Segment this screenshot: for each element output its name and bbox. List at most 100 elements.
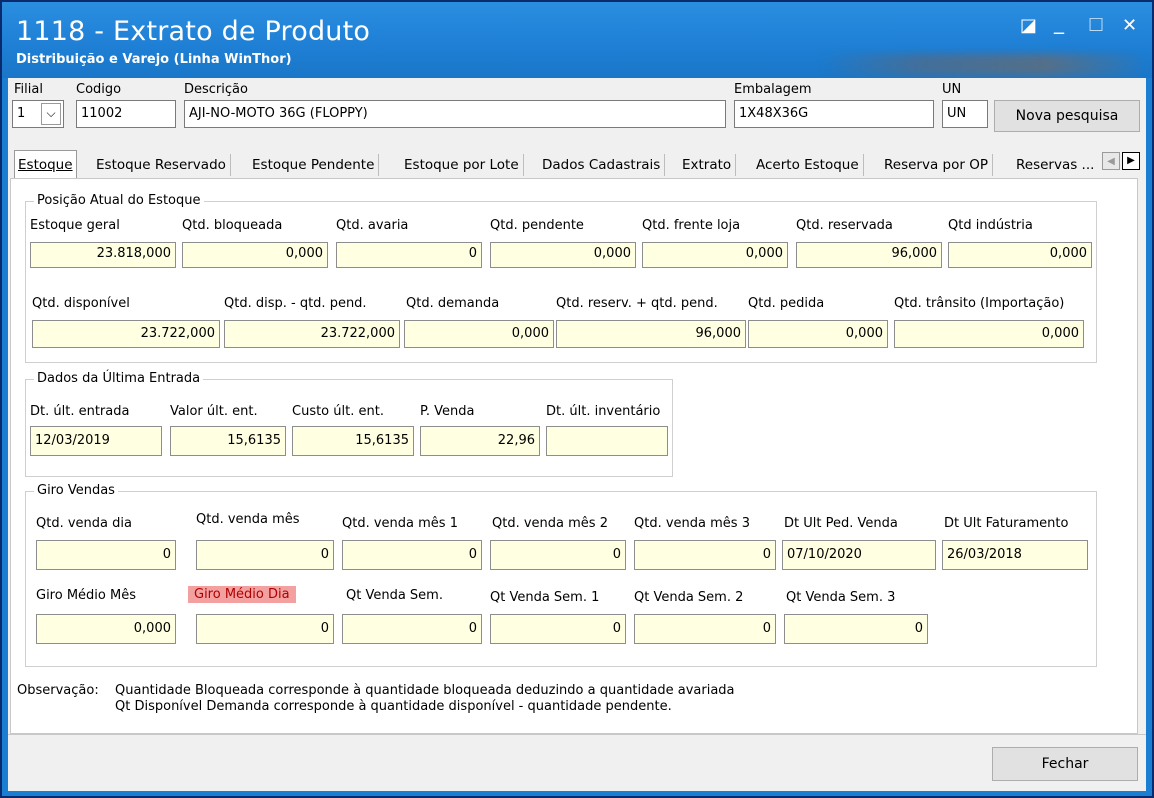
dt-ult-inventario-field[interactable]: [546, 426, 668, 456]
giro-medio-mes-field[interactable]: 0,000: [36, 614, 176, 644]
chevron-down-icon[interactable]: ⌵: [41, 103, 61, 125]
footer-bar: Fechar: [8, 734, 1146, 791]
observacao-line-2: Qt Disponível Demanda corresponde à quan…: [115, 699, 672, 714]
qtd-venda-dia-field[interactable]: 0: [36, 540, 176, 570]
qtd-venda-mes-1-field[interactable]: 0: [342, 540, 482, 570]
fechar-button[interactable]: Fechar: [992, 747, 1138, 781]
qt-venda-sem-1-field[interactable]: 0: [490, 614, 626, 644]
main-window: 1118 - Extrato de Produto Distribuição e…: [0, 0, 1154, 798]
qtd-pedida-label: Qtd. pedida: [748, 296, 825, 311]
giro-vendas-title: Giro Vendas: [34, 483, 118, 498]
qtd-venda-mes-label: Qtd. venda mês: [196, 512, 300, 527]
filial-select[interactable]: 1 ⌵: [12, 100, 64, 128]
qtd-venda-dia-label: Qtd. venda dia: [36, 516, 132, 531]
close-icon[interactable]: ✕: [1122, 16, 1137, 36]
window-subtitle: Distribuição e Varejo (Linha WinThor): [16, 52, 292, 67]
qt-venda-sem-field[interactable]: 0: [342, 614, 482, 644]
filial-label: Filial: [14, 82, 43, 97]
tab-reservas[interactable]: Reservas ...: [1012, 154, 1104, 176]
giro-vendas-group: Giro Vendas Qtd. venda dia 0 Qtd. venda …: [25, 483, 1097, 667]
tab-scroll-left-icon[interactable]: ◀: [1102, 152, 1120, 170]
giro-medio-dia-field[interactable]: 0: [196, 614, 334, 644]
qt-venda-sem-2-field[interactable]: 0: [634, 614, 776, 644]
qtd-frente-loja-label: Qtd. frente loja: [642, 218, 741, 233]
tab-estoque-reservado[interactable]: Estoque Reservado: [92, 154, 231, 176]
qtd-industria-field[interactable]: 0,000: [948, 242, 1092, 268]
qtd-venda-mes-1-label: Qtd. venda mês 1: [342, 516, 458, 531]
embalagem-field[interactable]: 1X48X36G: [734, 100, 934, 128]
qt-venda-sem-3-label: Qt Venda Sem. 3: [786, 590, 896, 605]
posicao-atual-title: Posição Atual do Estoque: [34, 193, 204, 208]
tab-extrato[interactable]: Extrato: [678, 154, 737, 176]
tab-reserva-por-op[interactable]: Reserva por OP: [880, 154, 993, 176]
estoque-geral-label: Estoque geral: [30, 218, 120, 233]
qtd-venda-mes-2-field[interactable]: 0: [490, 540, 626, 570]
obscured-region: [822, 54, 1142, 76]
title-bar[interactable]: 1118 - Extrato de Produto Distribuição e…: [2, 2, 1152, 78]
qtd-transito-field[interactable]: 0,000: [894, 320, 1084, 348]
window-client: Filial 1 ⌵ Codigo 11002 Descrição AJI-NO…: [8, 78, 1146, 791]
qtd-venda-mes-3-field[interactable]: 0: [634, 540, 776, 570]
dt-ult-faturamento-field[interactable]: 26/03/2018: [942, 540, 1088, 570]
qt-venda-sem-1-label: Qt Venda Sem. 1: [490, 590, 600, 605]
tab-scroll-right-icon[interactable]: ▶: [1122, 152, 1140, 170]
p-venda-field[interactable]: 22,96: [420, 426, 540, 456]
qtd-avaria-field[interactable]: 0: [336, 242, 482, 268]
codigo-field[interactable]: 11002: [76, 100, 176, 128]
restore-icon[interactable]: ◪: [1020, 16, 1037, 36]
tab-estoque-por-lote[interactable]: Estoque por Lote: [400, 154, 524, 176]
valor-ult-ent-field[interactable]: 15,6135: [170, 426, 286, 456]
qtd-reservada-field[interactable]: 96,000: [796, 242, 942, 268]
codigo-label: Codigo: [76, 82, 122, 97]
qtd-frente-loja-field[interactable]: 0,000: [642, 242, 788, 268]
dt-ult-ped-venda-field[interactable]: 07/10/2020: [782, 540, 936, 570]
qtd-transito-label: Qtd. trânsito (Importação): [894, 296, 1065, 311]
qtd-disponivel-field[interactable]: 23.722,000: [32, 320, 220, 348]
qtd-disp-menos-pend-field[interactable]: 23.722,000: [224, 320, 400, 348]
descricao-field[interactable]: AJI-NO-MOTO 36G (FLOPPY): [184, 100, 726, 128]
minimize-icon[interactable]: _: [1054, 12, 1064, 32]
filial-value: 1: [17, 106, 26, 121]
ultima-entrada-title: Dados da Última Entrada: [34, 371, 204, 386]
dt-ult-entrada-label: Dt. últ. entrada: [30, 404, 130, 419]
descricao-label: Descrição: [184, 82, 248, 97]
qtd-venda-mes-field[interactable]: 0: [196, 540, 334, 570]
dt-ult-inventario-label: Dt. últ. inventário: [546, 404, 661, 419]
qt-venda-sem-2-label: Qt Venda Sem. 2: [634, 590, 744, 605]
un-field[interactable]: UN: [942, 100, 988, 128]
qtd-pendente-field[interactable]: 0,000: [490, 242, 636, 268]
qtd-industria-label: Qtd indústria: [948, 218, 1033, 233]
qtd-demanda-label: Qtd. demanda: [406, 296, 500, 311]
dt-ult-ped-venda-label: Dt Ult Ped. Venda: [784, 516, 898, 531]
tab-page-estoque: Posição Atual do Estoque Estoque geral 2…: [10, 178, 1138, 734]
maximize-icon[interactable]: ☐: [1088, 16, 1104, 36]
tab-dados-cadastrais[interactable]: Dados Cadastrais: [538, 154, 666, 176]
tab-estoque[interactable]: Estoque: [14, 150, 77, 179]
dt-ult-entrada-field[interactable]: 12/03/2019: [30, 426, 162, 456]
qtd-disp-menos-pend-label: Qtd. disp. - qtd. pend.: [224, 296, 367, 311]
tab-estoque-pendente[interactable]: Estoque Pendente: [248, 154, 380, 176]
observacao-label: Observação:: [17, 683, 99, 698]
qtd-venda-mes-3-label: Qtd. venda mês 3: [634, 516, 750, 531]
qt-venda-sem-3-field[interactable]: 0: [784, 614, 928, 644]
qtd-demanda-field[interactable]: 0,000: [404, 320, 554, 348]
qtd-pedida-field[interactable]: 0,000: [748, 320, 888, 348]
embalagem-label: Embalagem: [734, 82, 812, 97]
qtd-bloqueada-field[interactable]: 0,000: [182, 242, 328, 268]
giro-medio-dia-label: Giro Médio Dia: [188, 586, 296, 603]
qtd-avaria-label: Qtd. avaria: [336, 218, 409, 233]
qtd-venda-mes-2-label: Qtd. venda mês 2: [492, 516, 608, 531]
giro-medio-mes-label: Giro Médio Mês: [36, 588, 136, 603]
qtd-reserv-mais-pend-field[interactable]: 96,000: [556, 320, 746, 348]
observacao-line-1: Quantidade Bloqueada corresponde à quant…: [115, 683, 735, 698]
qtd-reserv-mais-pend-label: Qtd. reserv. + qtd. pend.: [556, 296, 718, 311]
tab-acerto-estoque[interactable]: Acerto Estoque: [752, 154, 864, 176]
qtd-pendente-label: Qtd. pendente: [490, 218, 584, 233]
dt-ult-faturamento-label: Dt Ult Faturamento: [944, 516, 1069, 531]
posicao-atual-group: Posição Atual do Estoque Estoque geral 2…: [25, 193, 1097, 363]
qtd-reservada-label: Qtd. reservada: [796, 218, 893, 233]
estoque-geral-field[interactable]: 23.818,000: [30, 242, 176, 268]
window-title: 1118 - Extrato de Produto: [16, 16, 371, 47]
nova-pesquisa-button[interactable]: Nova pesquisa: [994, 100, 1140, 132]
custo-ult-ent-field[interactable]: 15,6135: [292, 426, 414, 456]
